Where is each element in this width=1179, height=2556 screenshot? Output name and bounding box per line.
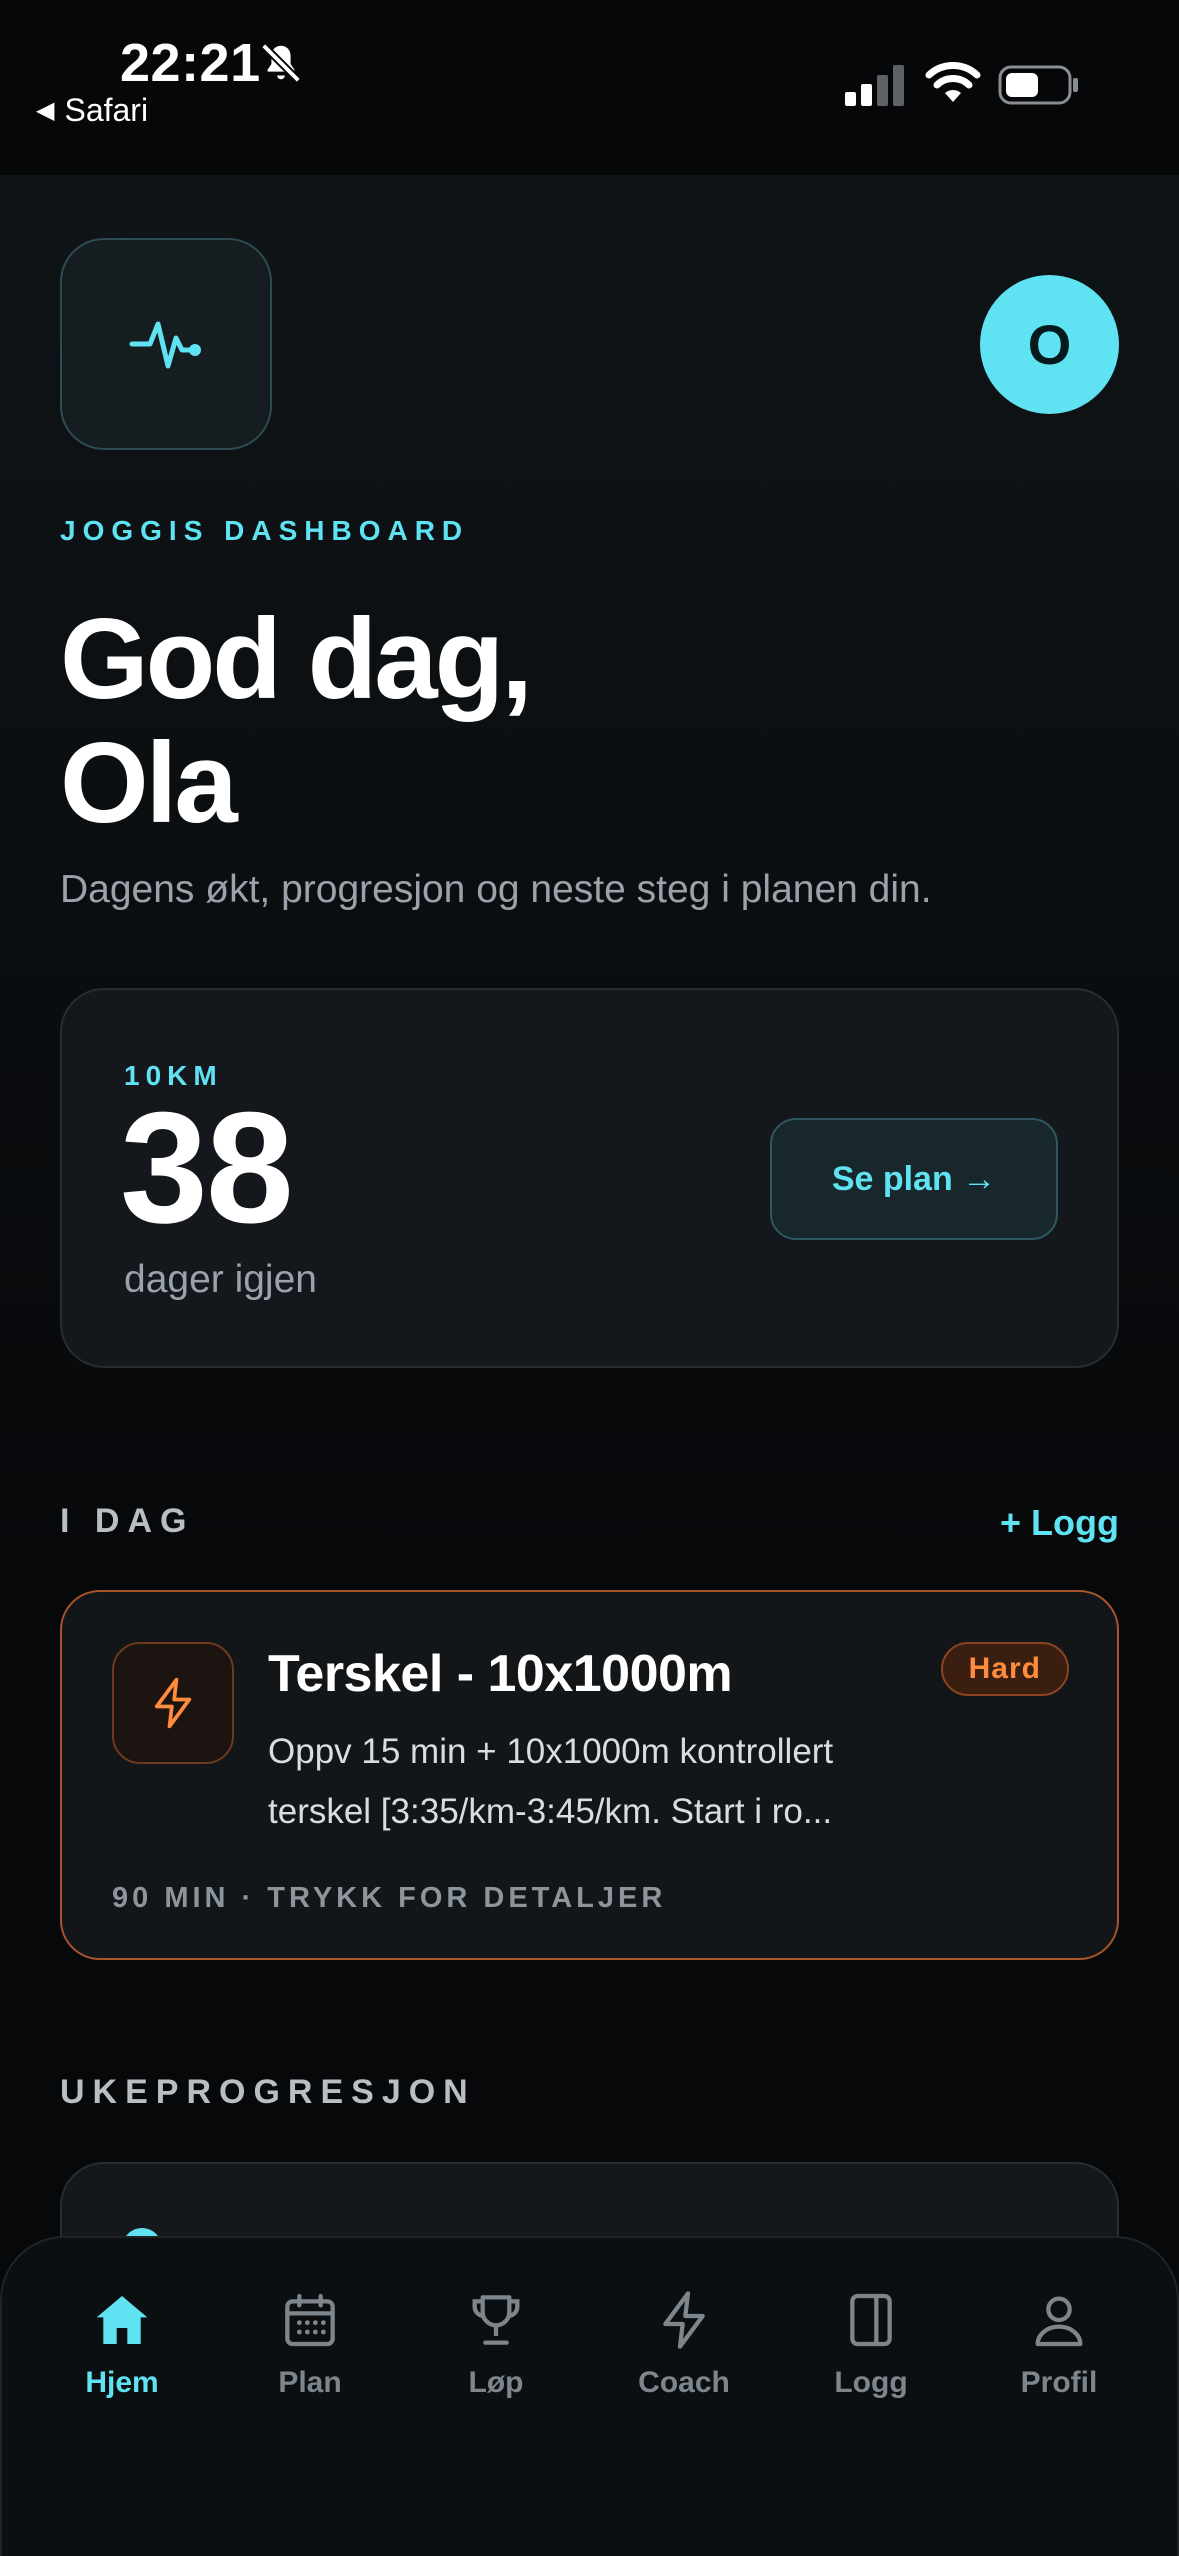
- progression-section-title: UKEPROGRESJON: [60, 2073, 476, 2111]
- home-icon: [96, 2296, 148, 2344]
- workout-description: Oppv 15 min + 10x1000m kontrollert tersk…: [268, 1722, 928, 1842]
- dashboard-eyebrow: JOGGIS DASHBOARD: [60, 515, 470, 546]
- page-title: God dag, Ola: [60, 598, 760, 846]
- status-time: 22:21: [120, 33, 261, 93]
- profile-avatar[interactable]: O: [980, 275, 1119, 414]
- journal-icon: [850, 2293, 892, 2347]
- back-label: Safari: [64, 92, 149, 128]
- tab-home-label: Hjem: [85, 2366, 159, 2399]
- trophy-icon: [472, 2295, 520, 2345]
- signal-icon: [845, 65, 904, 106]
- app-logo: [60, 238, 272, 450]
- tab-profile[interactable]: Profil: [979, 2288, 1139, 2438]
- back-to-safari[interactable]: ◀ Safari: [36, 92, 148, 129]
- tab-race[interactable]: Løp: [416, 2288, 576, 2438]
- see-plan-button[interactable]: Se plan →: [770, 1118, 1058, 1240]
- lightning-icon: [663, 2291, 705, 2349]
- tab-race-label: Løp: [468, 2366, 524, 2399]
- workout-description-line2: terskel [3:35/km-3:45/km. Start i ro...: [268, 1792, 833, 1831]
- add-log-link[interactable]: + Logg: [1000, 1502, 1119, 1544]
- status-bar: 22:21 ◀ Safari: [0, 0, 1179, 175]
- tab-log-label: Logg: [834, 2366, 908, 2399]
- tab-coach[interactable]: Coach: [604, 2288, 764, 2438]
- bell-muted-icon: [261, 43, 301, 83]
- dashboard-screen: 22:21 ◀ Safari O JOGGIS DASHBOARD God da…: [0, 0, 1179, 2556]
- intensity-badge: Hard: [940, 1642, 1069, 1696]
- workout-icon-box: [112, 1642, 234, 1764]
- tab-coach-label: Coach: [638, 2366, 730, 2399]
- heartbeat-icon: [129, 321, 201, 369]
- workout-description-line1: Oppv 15 min + 10x1000m kontrollert: [268, 1732, 834, 1771]
- battery-icon: [998, 65, 1078, 105]
- today-section-title: I DAG: [60, 1502, 195, 1540]
- calendar-icon: [285, 2293, 335, 2347]
- tab-log[interactable]: Logg: [791, 2288, 951, 2438]
- tab-plan-label: Plan: [278, 2366, 342, 2399]
- tab-plan[interactable]: Plan: [230, 2288, 390, 2438]
- tab-profile-label: Profil: [1020, 2366, 1098, 2399]
- tab-home[interactable]: Hjem: [42, 2288, 202, 2438]
- days-remaining-number: 38: [120, 1080, 294, 1256]
- lightning-icon: [154, 1677, 192, 1729]
- greeting-line1: God dag,: [60, 596, 533, 723]
- workout-meta: 90 MIN · TRYKK FOR DETALJER: [112, 1882, 667, 1914]
- race-countdown-card: 10KM 38 dager igjen Se plan →: [60, 988, 1119, 1368]
- page-subtitle: Dagens økt, progresjon og neste steg i p…: [60, 868, 932, 911]
- wifi-icon: [925, 62, 981, 102]
- today-workout-card[interactable]: Terskel - 10x1000m Hard Oppv 15 min + 10…: [60, 1590, 1119, 1960]
- days-remaining-caption: dager igjen: [124, 1258, 317, 1301]
- back-arrow-icon: ◀: [36, 97, 55, 124]
- bottom-tab-bar: Hjem Plan Løp Coach Logg Profil: [0, 2236, 1179, 2556]
- greeting-line2: Ola: [60, 720, 238, 847]
- workout-title: Terskel - 10x1000m: [268, 1645, 733, 1703]
- person-icon: [1035, 2296, 1083, 2347]
